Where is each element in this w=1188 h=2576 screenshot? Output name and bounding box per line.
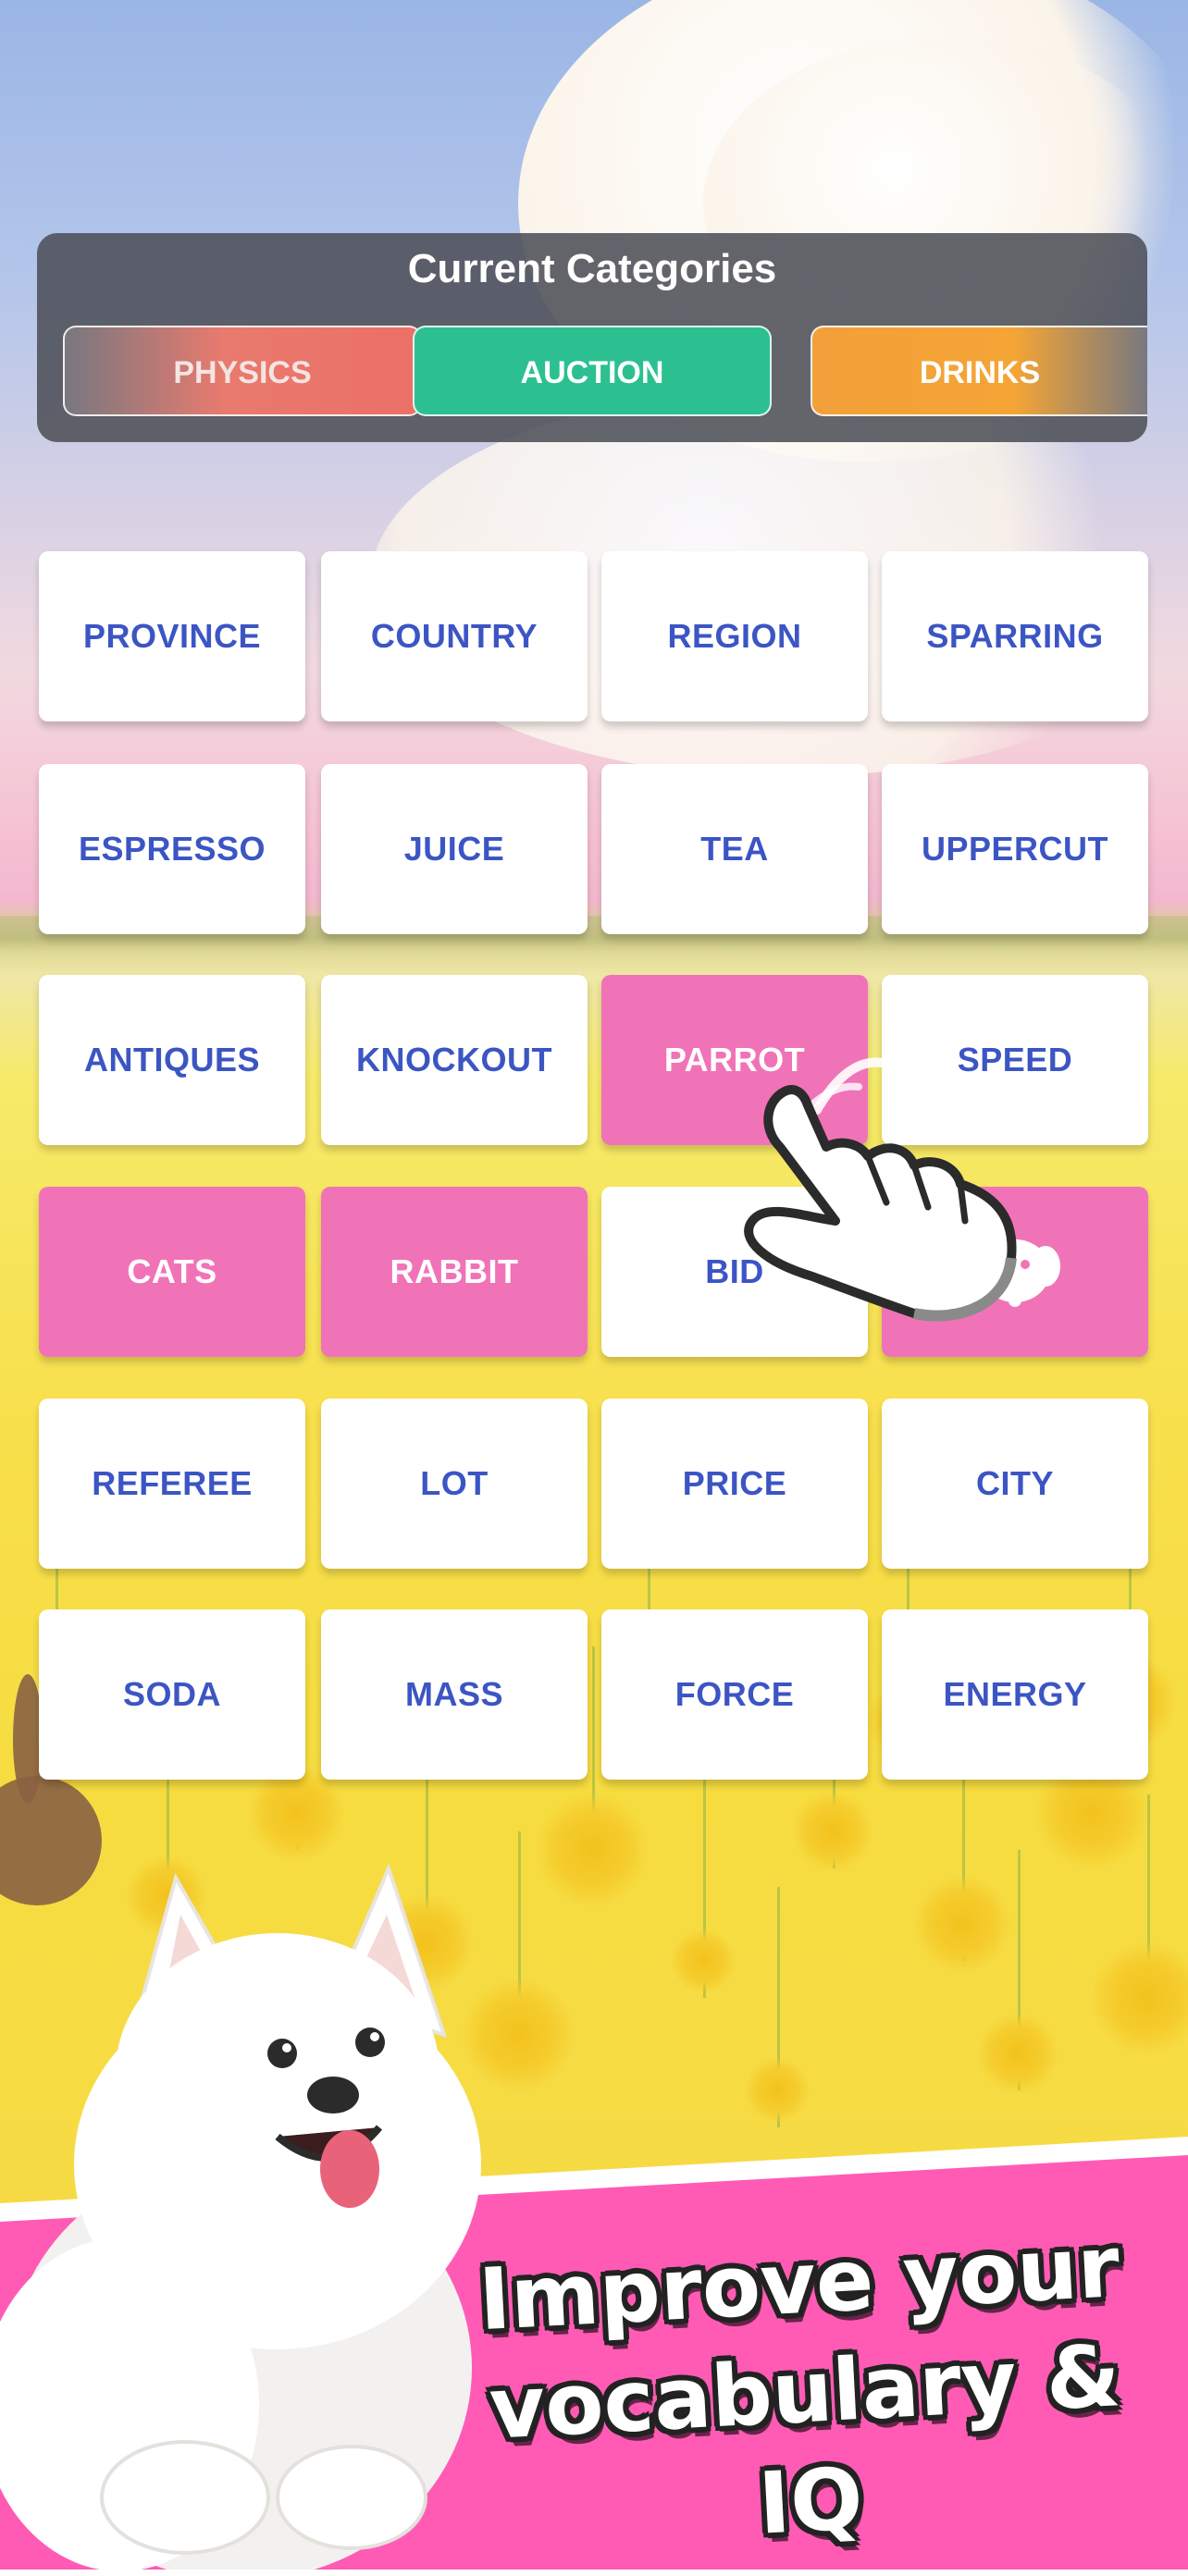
word-tile[interactable]: SPARRING xyxy=(882,551,1148,721)
flower xyxy=(671,1929,736,1993)
word-tile[interactable]: PRICE xyxy=(601,1399,868,1569)
flower xyxy=(535,1793,650,1907)
word-tile[interactable]: ENERGY xyxy=(882,1609,1148,1780)
word-tile[interactable]: PROVINCE xyxy=(39,551,305,721)
word-tile[interactable]: MASS xyxy=(321,1609,588,1780)
word-tile[interactable]: COUNTRY xyxy=(321,551,588,721)
category-pill-physics: PHYSICS xyxy=(63,326,422,416)
pointing-hand-icon xyxy=(744,1057,1017,1322)
promo-line-2: vocabulary & IQ xyxy=(487,2326,1123,2554)
category-pill-auction: AUCTION xyxy=(413,326,772,416)
word-tile[interactable]: UPPERCUT xyxy=(882,764,1148,934)
flower xyxy=(792,1791,873,1872)
categories-title: Current Categories xyxy=(407,246,777,291)
flower xyxy=(913,1875,1011,1973)
word-tile[interactable]: REGION xyxy=(601,551,868,721)
word-tile[interactable]: ANTIQUES xyxy=(39,975,305,1145)
word-tile[interactable]: KNOCKOUT xyxy=(321,975,588,1145)
flower xyxy=(745,2058,810,2123)
word-tile[interactable]: FORCE xyxy=(601,1609,868,1780)
word-tile[interactable]: CITY xyxy=(882,1399,1148,1569)
flower xyxy=(977,2013,1058,2094)
category-pill-drinks: DRINKS xyxy=(811,326,1147,416)
word-tile[interactable]: ESPRESSO xyxy=(39,764,305,934)
word-tile[interactable]: JUICE xyxy=(321,764,588,934)
word-tile[interactable]: SODA xyxy=(39,1609,305,1780)
word-tile[interactable]: TEA xyxy=(601,764,868,934)
current-categories-panel: Current Categories PHYSICS AUCTION DRINK… xyxy=(37,233,1147,442)
word-tile[interactable]: LOT xyxy=(321,1399,588,1569)
word-tile[interactable]: RABBIT xyxy=(321,1187,588,1357)
promo-headline: Improve your vocabulary & IQ xyxy=(427,2210,1182,2575)
word-tile[interactable]: REFEREE xyxy=(39,1399,305,1569)
word-tile[interactable]: CATS xyxy=(39,1187,305,1357)
